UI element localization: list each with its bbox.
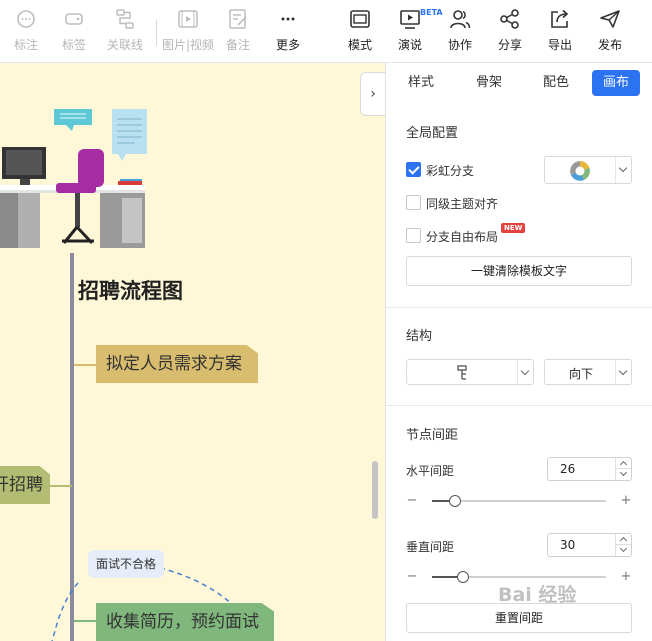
presentation-label: 演说 [397,38,422,52]
mode-button[interactable]: 模式 [334,8,386,53]
increment-icon[interactable] [616,458,631,469]
mindmap-node[interactable]: 拟定人员需求方案 [96,345,258,383]
media-icon [178,10,198,28]
toolbar: 标注 标签 关联线 图片|视频 备注 更多 模式 演说 BETA 协作 分享 导… [0,0,652,63]
reset-spacing-button[interactable]: 重置间距 [406,603,632,633]
share-button[interactable]: 分享 [484,8,536,53]
clear-template-text-button[interactable]: 一键清除模板文字 [406,256,632,286]
note-label: 备注 [225,38,250,52]
link-line-icon [116,9,134,29]
tab-skeleton[interactable]: 骨架 [464,70,514,96]
panel-collapse-button[interactable]: › [360,72,385,116]
chevron-down-icon [615,157,631,183]
annotate-button[interactable]: 标注 [0,8,52,53]
new-badge: NEW [501,223,526,233]
mindmap-callout[interactable]: 面试不合格 [88,550,165,578]
minus-icon[interactable]: − [406,569,418,585]
mindmap-node[interactable]: 收集简历，预约面试 [96,603,274,641]
tab-canvas[interactable]: 画布 [592,70,640,96]
mode-label: 模式 [347,38,372,52]
media-button[interactable]: 图片|视频 [162,8,214,53]
tag-label: 标签 [61,38,86,52]
slider-track [432,495,606,507]
publish-label: 发布 [597,38,622,52]
horizontal-spacing-value: 26 [560,462,576,476]
relation-line-label: 关联线 [106,38,143,52]
tag-icon [65,13,83,25]
horizontal-spacing-stepper[interactable]: 26 [547,457,632,481]
media-label: 图片|视频 [162,38,215,52]
note-button[interactable]: 备注 [212,8,264,53]
mode-icon [350,10,370,28]
node-spacing-title: 节点间距 [406,428,459,443]
vertical-spacing-stepper[interactable]: 30 [547,533,632,557]
mindmap-canvas[interactable]: 招聘流程图 拟定人员需求方案 开招聘 面试不合格 收集简历，预约面试 [0,63,385,641]
share-label: 分享 [497,38,522,52]
collaborate-button[interactable]: 协作 [434,8,486,53]
more-icon [281,17,295,21]
more-label: 更多 [275,38,300,52]
collaborate-icon [450,10,471,29]
tag-button[interactable]: 标签 [48,8,100,53]
color-wheel-icon [570,161,590,181]
direction-select[interactable]: 向下 [544,359,632,385]
horizontal-spacing-label: 水平间距 [406,464,455,478]
more-button[interactable]: 更多 [262,8,314,53]
minus-icon[interactable]: − [406,493,418,509]
direction-value: 向下 [569,367,594,381]
relation-line-button[interactable]: 关联线 [99,8,151,53]
export-button[interactable]: 导出 [534,8,586,53]
decrement-icon[interactable] [616,469,631,480]
structure-title: 结构 [406,329,433,344]
free-layout-checkbox[interactable] [406,228,421,243]
stepper-arrows [615,534,631,556]
rainbow-branch-checkbox[interactable] [406,162,421,177]
stepper-arrows [615,458,631,480]
canvas-scrollbar[interactable] [372,461,378,519]
plus-icon[interactable]: + [620,569,632,585]
rainbow-color-select[interactable] [544,156,632,184]
mindmap-node[interactable]: 开招聘 [0,466,50,504]
slider-thumb[interactable] [448,495,461,507]
align-siblings-label: 同级主题对齐 [426,197,499,211]
toolbar-separator [156,20,157,46]
vertical-spacing-label: 垂直间距 [406,540,455,554]
mindmap-root-title[interactable]: 招聘流程图 [78,275,183,305]
watermark: Bai 经验 [498,584,577,606]
chevron-down-icon [615,360,631,384]
section-divider [386,405,652,406]
chevron-down-icon [517,360,533,384]
slider-track [432,571,606,583]
chevron-right-icon: › [370,86,376,102]
export-icon [551,9,569,28]
publish-icon [600,10,620,28]
settings-panel: 样式 骨架 配色 画布 全局配置 彩虹分支 同级主题对齐 分支自由布局 NEW … [385,63,652,641]
tab-color[interactable]: 配色 [531,70,581,96]
plus-icon[interactable]: + [620,493,632,509]
panel-tabs: 样式 骨架 配色 画布 [386,63,652,103]
horizontal-spacing-slider[interactable]: − + [406,493,632,509]
structure-layout-select[interactable] [406,359,534,385]
global-config-title: 全局配置 [406,126,459,141]
vertical-spacing-value: 30 [560,538,576,552]
section-divider [386,307,652,308]
collaborate-label: 协作 [447,38,472,52]
align-siblings-checkbox[interactable] [406,195,421,210]
decrement-icon[interactable] [616,545,631,556]
note-icon [229,9,247,29]
annotate-label: 标注 [13,38,38,52]
publish-button[interactable]: 发布 [584,8,636,53]
presentation-icon [400,10,420,29]
free-layout-label: 分支自由布局 [426,230,499,244]
increment-icon[interactable] [616,534,631,545]
share-icon [500,9,519,29]
comment-icon [17,10,35,28]
tab-style[interactable]: 样式 [396,70,446,96]
rainbow-branch-label: 彩虹分支 [426,164,475,178]
tree-structure-icon [457,365,467,380]
export-label: 导出 [547,38,572,52]
slider-thumb[interactable] [457,571,470,583]
